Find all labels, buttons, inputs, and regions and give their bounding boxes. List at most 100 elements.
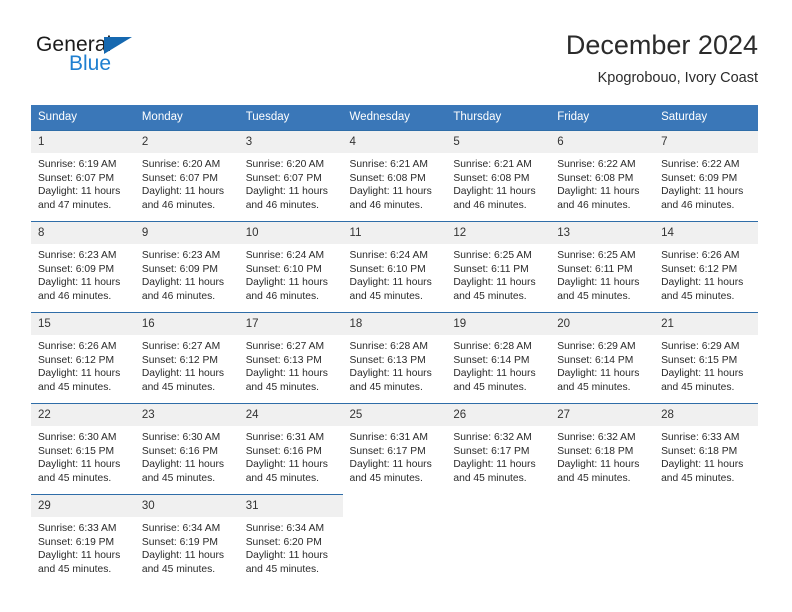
daylight-text: Daylight: 11 hours and 47 minutes. — [38, 186, 121, 211]
calendar-day-cell-inner[interactable]: 6 Sunrise: 6:22 AM Sunset: 6:08 PM Daylight… — [550, 131, 655, 221]
daylight-text: Daylight: 11 hours and 45 minutes. — [661, 368, 744, 393]
title-block: December 2024 Kpogrobouo, Ivory Coast — [566, 28, 758, 88]
day-details: Sunrise: 6:22 AM Sunset: 6:09 PM Daylight:… — [654, 153, 758, 212]
calendar-day-cell-inner[interactable]: 31 Sunrise: 6:34 AM Sunset: 6:20 PM Dayligh… — [238, 495, 343, 585]
calendar-day-cell-inner[interactable]: 24 Sunrise: 6:31 AM Sunset: 6:16 PM Dayligh… — [238, 404, 343, 494]
sunset-text: Sunset: 6:08 PM — [453, 172, 530, 184]
sunrise-text: Sunrise: 6:29 AM — [557, 341, 636, 352]
sunset-text: Sunset: 6:15 PM — [661, 354, 738, 366]
day-number: 8 — [31, 222, 135, 244]
calendar-day-cell-inner[interactable]: 21 Sunrise: 6:29 AM Sunset: 6:15 PM Dayligh… — [654, 313, 758, 403]
sunset-text: Sunset: 6:19 PM — [141, 536, 218, 548]
calendar-day-cell-inner[interactable]: 16 Sunrise: 6:27 AM Sunset: 6:12 PM Dayligh… — [134, 313, 239, 403]
calendar-day-cell-inner[interactable]: 17 Sunrise: 6:27 AM Sunset: 6:13 PM Dayligh… — [238, 313, 343, 403]
day-number: 22 — [31, 404, 135, 426]
calendar-day-cell-inner[interactable]: 13 Sunrise: 6:25 AM Sunset: 6:11 PM Dayligh… — [550, 222, 655, 312]
calendar-header-row: Sunday Monday Tuesday Wednesday Thursday… — [31, 105, 758, 131]
daylight-text: Daylight: 11 hours and 45 minutes. — [349, 277, 432, 302]
day-number: 29 — [31, 495, 135, 517]
sunset-text: Sunset: 6:07 PM — [141, 172, 218, 184]
calendar-day-cell: 24 Sunrise: 6:31 AM Sunset: 6:16 PM Dayligh… — [238, 403, 343, 495]
brand-name-blue: Blue — [69, 52, 112, 75]
calendar-day-cell-inner[interactable]: 30 Sunrise: 6:34 AM Sunset: 6:19 PM Dayligh… — [134, 495, 239, 585]
sunset-text: Sunset: 6:11 PM — [557, 263, 633, 275]
calendar-day-cell-inner[interactable]: 28 Sunrise: 6:33 AM Sunset: 6:18 PM Dayligh… — [654, 404, 758, 494]
calendar-day-cell: 19 Sunrise: 6:28 AM Sunset: 6:14 PM Dayligh… — [446, 312, 551, 404]
calendar-week-row: 22 Sunrise: 6:30 AM Sunset: 6:15 PM Dayligh… — [31, 403, 758, 495]
calendar-day-cell-inner[interactable]: 19 Sunrise: 6:28 AM Sunset: 6:14 PM Dayligh… — [446, 313, 551, 403]
day-details: Sunrise: 6:27 AM Sunset: 6:12 PM Daylight:… — [135, 335, 239, 394]
calendar-day-cell: 28 Sunrise: 6:33 AM Sunset: 6:18 PM Dayligh… — [654, 403, 758, 495]
sunset-text: Sunset: 6:15 PM — [38, 445, 115, 457]
calendar-day-cell-inner[interactable]: 18 Sunrise: 6:28 AM Sunset: 6:13 PM Dayligh… — [342, 313, 447, 403]
calendar-day-cell-inner[interactable]: 4 Sunrise: 6:21 AM Sunset: 6:08 PM Daylight… — [342, 131, 447, 221]
calendar-day-cell-inner[interactable]: 1 Sunrise: 6:19 AM Sunset: 6:07 PM Daylight… — [31, 131, 135, 221]
calendar-day-cell-inner[interactable]: 29 Sunrise: 6:33 AM Sunset: 6:19 PM Dayligh… — [31, 495, 135, 585]
day-details: Sunrise: 6:22 AM Sunset: 6:08 PM Daylight:… — [550, 153, 654, 212]
calendar-day-cell-inner[interactable]: 10 Sunrise: 6:24 AM Sunset: 6:10 PM Dayligh… — [238, 222, 343, 312]
daylight-text: Daylight: 11 hours and 46 minutes. — [38, 277, 121, 302]
sunrise-text: Sunrise: 6:19 AM — [38, 159, 117, 170]
calendar-cell-empty — [654, 495, 758, 586]
calendar-day-cell-inner[interactable]: 11 Sunrise: 6:24 AM Sunset: 6:10 PM Dayligh… — [342, 222, 447, 312]
daylight-text: Daylight: 11 hours and 46 minutes. — [141, 277, 225, 302]
calendar-day-cell: 2 Sunrise: 6:20 AM Sunset: 6:07 PM Daylight… — [134, 130, 239, 222]
day-details: Sunrise: 6:24 AM Sunset: 6:10 PM Daylight:… — [343, 244, 447, 303]
calendar-day-cell-inner[interactable]: 20 Sunrise: 6:29 AM Sunset: 6:14 PM Dayligh… — [550, 313, 655, 403]
calendar-day-cell: 14 Sunrise: 6:26 AM Sunset: 6:12 PM Dayligh… — [654, 221, 758, 313]
day-details: Sunrise: 6:25 AM Sunset: 6:11 PM Daylight:… — [446, 244, 550, 303]
day-number: 9 — [134, 222, 239, 244]
day-number: 6 — [550, 131, 655, 153]
calendar-day-cell-inner[interactable]: 14 Sunrise: 6:26 AM Sunset: 6:12 PM Dayligh… — [654, 222, 758, 312]
calendar-day-cell-inner[interactable]: 12 Sunrise: 6:25 AM Sunset: 6:11 PM Dayligh… — [446, 222, 551, 312]
daylight-text: Daylight: 11 hours and 46 minutes. — [557, 186, 640, 211]
calendar-day-cell-inner[interactable]: 25 Sunrise: 6:31 AM Sunset: 6:17 PM Dayligh… — [342, 404, 447, 494]
weekday-header-sunday: Sunday — [31, 105, 135, 131]
calendar-day-cell: 12 Sunrise: 6:25 AM Sunset: 6:11 PM Dayligh… — [446, 221, 551, 313]
calendar-day-cell-inner[interactable]: 9 Sunrise: 6:23 AM Sunset: 6:09 PM Daylight… — [134, 222, 239, 312]
sunset-text: Sunset: 6:12 PM — [141, 354, 218, 366]
sunset-text: Sunset: 6:13 PM — [245, 354, 322, 366]
sunset-text: Sunset: 6:10 PM — [245, 263, 322, 275]
day-details: Sunrise: 6:31 AM Sunset: 6:16 PM Daylight:… — [239, 426, 343, 485]
sunset-text: Sunset: 6:11 PM — [453, 263, 529, 275]
daylight-text: Daylight: 11 hours and 45 minutes. — [453, 368, 536, 393]
day-number: 2 — [134, 131, 239, 153]
calendar-day-cell-inner[interactable]: 2 Sunrise: 6:20 AM Sunset: 6:07 PM Daylight… — [134, 131, 239, 221]
day-details: Sunrise: 6:26 AM Sunset: 6:12 PM Daylight:… — [31, 335, 135, 394]
day-number: 13 — [550, 222, 655, 244]
sunrise-text: Sunrise: 6:26 AM — [661, 250, 740, 261]
calendar-cell-empty — [550, 495, 654, 586]
sunrise-text: Sunrise: 6:22 AM — [661, 159, 740, 170]
daylight-text: Daylight: 11 hours and 45 minutes. — [38, 459, 121, 484]
calendar-day-cell: 4 Sunrise: 6:21 AM Sunset: 6:08 PM Daylight… — [342, 130, 447, 222]
day-details: Sunrise: 6:28 AM Sunset: 6:14 PM Daylight:… — [446, 335, 550, 394]
day-details: Sunrise: 6:33 AM Sunset: 6:19 PM Daylight:… — [31, 517, 135, 576]
calendar-day-cell-inner[interactable]: 27 Sunrise: 6:32 AM Sunset: 6:18 PM Dayligh… — [550, 404, 655, 494]
calendar-day-cell: 23 Sunrise: 6:30 AM Sunset: 6:16 PM Dayligh… — [134, 403, 239, 495]
calendar-day-cell: 27 Sunrise: 6:32 AM Sunset: 6:18 PM Dayligh… — [550, 403, 655, 495]
calendar-day-cell-inner[interactable]: 5 Sunrise: 6:21 AM Sunset: 6:08 PM Daylight… — [446, 131, 551, 221]
calendar-day-cell-inner[interactable]: 3 Sunrise: 6:20 AM Sunset: 6:07 PM Daylight… — [238, 131, 343, 221]
day-number: 25 — [342, 404, 447, 426]
brand-logo[interactable]: General Blue — [36, 34, 216, 90]
calendar-day-cell-inner[interactable]: 23 Sunrise: 6:30 AM Sunset: 6:16 PM Dayligh… — [134, 404, 239, 494]
sunrise-text: Sunrise: 6:28 AM — [349, 341, 428, 352]
calendar-day-cell-inner[interactable]: 22 Sunrise: 6:30 AM Sunset: 6:15 PM Dayligh… — [31, 404, 135, 494]
calendar-day-cell-inner[interactable]: 15 Sunrise: 6:26 AM Sunset: 6:12 PM Dayligh… — [31, 313, 135, 403]
calendar-day-cell: 10 Sunrise: 6:24 AM Sunset: 6:10 PM Dayligh… — [238, 221, 343, 313]
calendar-day-cell-inner[interactable]: 8 Sunrise: 6:23 AM Sunset: 6:09 PM Daylight… — [31, 222, 135, 312]
daylight-text: Daylight: 11 hours and 45 minutes. — [245, 550, 328, 575]
daylight-text: Daylight: 11 hours and 45 minutes. — [245, 368, 328, 393]
sunset-text: Sunset: 6:12 PM — [661, 263, 738, 275]
day-number: 4 — [342, 131, 447, 153]
sunset-text: Sunset: 6:07 PM — [38, 172, 115, 184]
calendar-day-cell-inner[interactable]: 7 Sunrise: 6:22 AM Sunset: 6:09 PM Daylight… — [654, 131, 758, 221]
calendar-day-cell-inner[interactable]: 26 Sunrise: 6:32 AM Sunset: 6:17 PM Dayligh… — [446, 404, 551, 494]
daylight-text: Daylight: 11 hours and 45 minutes. — [141, 550, 225, 575]
sunset-text: Sunset: 6:17 PM — [349, 445, 426, 457]
sunrise-text: Sunrise: 6:29 AM — [661, 341, 740, 352]
day-details: Sunrise: 6:20 AM Sunset: 6:07 PM Daylight:… — [135, 153, 239, 212]
sunset-text: Sunset: 6:17 PM — [453, 445, 530, 457]
daylight-text: Daylight: 11 hours and 45 minutes. — [141, 368, 225, 393]
